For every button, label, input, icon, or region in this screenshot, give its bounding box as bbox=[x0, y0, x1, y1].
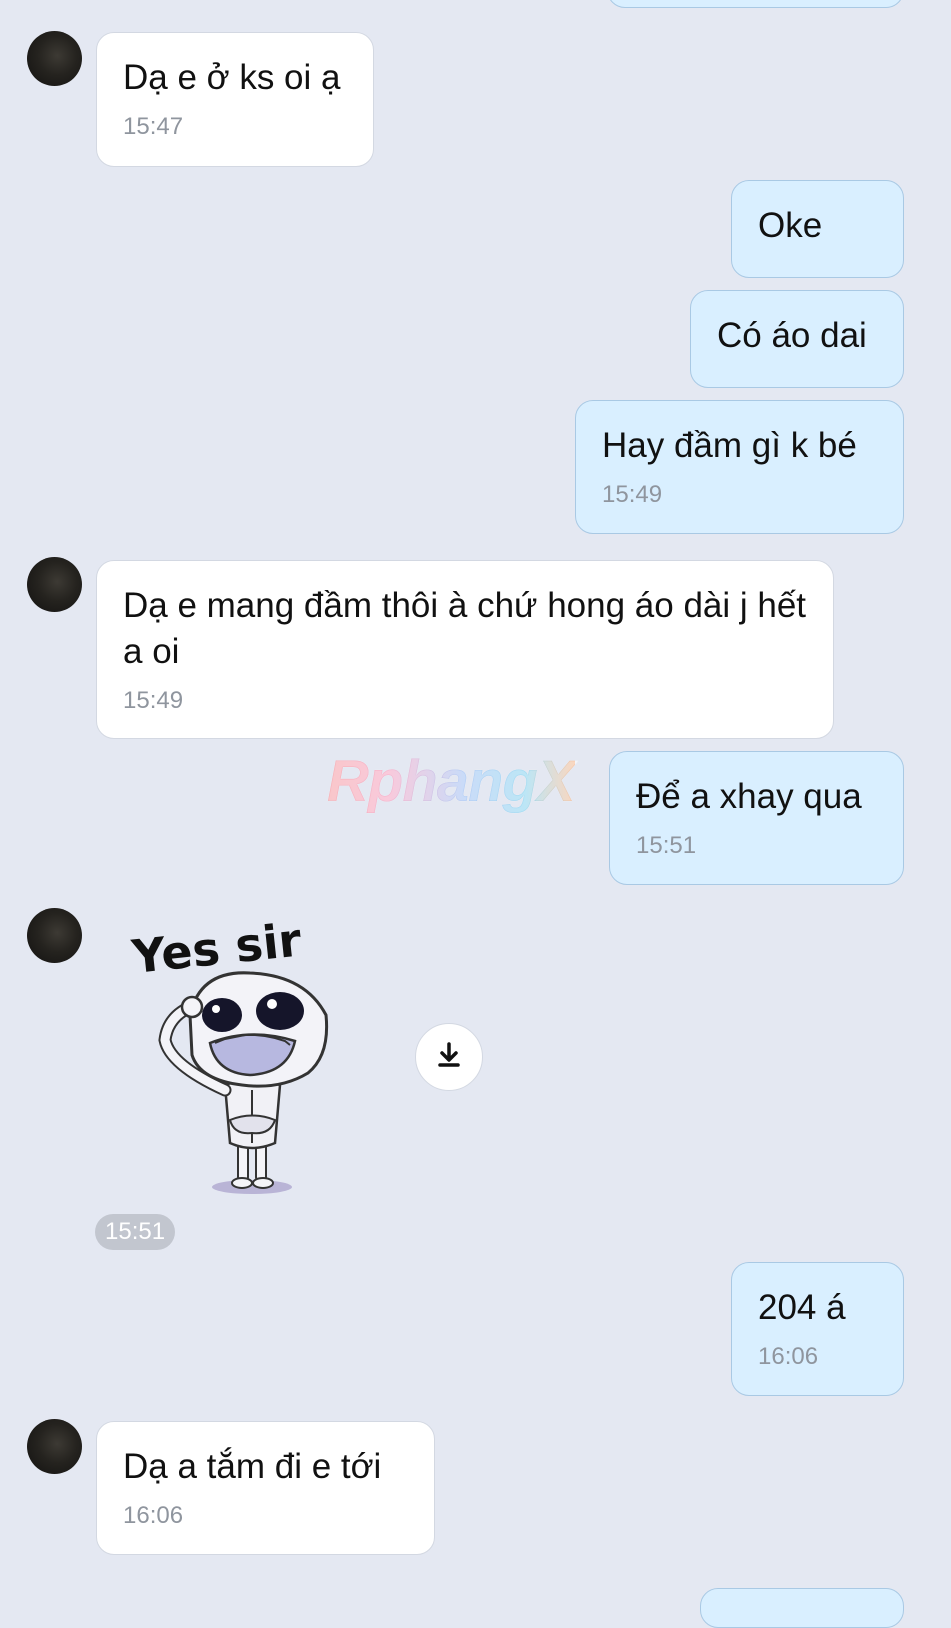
message-time: 15:47 bbox=[123, 113, 184, 140]
incoming-message-bubble[interactable]: Dạ e ở ks oi ạ 15:47 bbox=[96, 32, 374, 167]
message-text: Dạ e ở ks oi ạ bbox=[123, 58, 341, 97]
contact-avatar[interactable] bbox=[27, 908, 82, 963]
sticker-caption: Yes sir bbox=[130, 915, 304, 984]
incoming-message-bubble[interactable]: Dạ a tắm đi e tới 16:06 bbox=[96, 1421, 435, 1555]
outgoing-message-bubble[interactable]: Có áo dai bbox=[690, 290, 904, 388]
outgoing-message-bubble-partial[interactable] bbox=[700, 1588, 904, 1628]
message-text: Oke bbox=[758, 206, 823, 245]
watermark-logo: RphangX bbox=[327, 749, 576, 814]
message-time: 16:06 bbox=[758, 1343, 819, 1370]
download-button[interactable] bbox=[415, 1023, 483, 1091]
message-text: Hay đầm gì k bé bbox=[602, 426, 857, 465]
contact-avatar[interactable] bbox=[27, 1419, 82, 1474]
message-text: 204 á bbox=[758, 1288, 846, 1327]
contact-avatar[interactable] bbox=[27, 557, 82, 612]
sticker-time: 15:51 bbox=[95, 1214, 176, 1250]
incoming-message-bubble[interactable]: Dạ e mang đầm thôi à chứ hong áo dài j h… bbox=[96, 560, 834, 739]
contact-avatar[interactable] bbox=[27, 31, 82, 86]
outgoing-message-bubble[interactable]: 204 á 16:06 bbox=[731, 1262, 904, 1396]
message-text: Dạ e mang đầm thôi à chứ hong áo dài j h… bbox=[123, 586, 807, 671]
message-time: 15:49 bbox=[602, 481, 663, 508]
message-time: 15:51 bbox=[636, 832, 697, 859]
outgoing-message-bubble[interactable]: Oke bbox=[731, 180, 904, 278]
message-text: Có áo dai bbox=[717, 316, 867, 355]
message-time: 15:49 bbox=[123, 687, 184, 714]
outgoing-message-bubble[interactable]: Để a xhay qua 15:51 bbox=[609, 751, 904, 885]
outgoing-message-bubble-partial[interactable] bbox=[607, 0, 904, 8]
message-text: Để a xhay qua bbox=[636, 777, 862, 816]
download-icon bbox=[434, 1040, 464, 1075]
skeleton-salute-sticker[interactable]: Yes sir bbox=[129, 912, 340, 1210]
outgoing-message-bubble[interactable]: Hay đầm gì k bé 15:49 bbox=[575, 400, 904, 534]
message-text: Dạ a tắm đi e tới bbox=[123, 1447, 382, 1486]
message-time: 16:06 bbox=[123, 1502, 184, 1529]
